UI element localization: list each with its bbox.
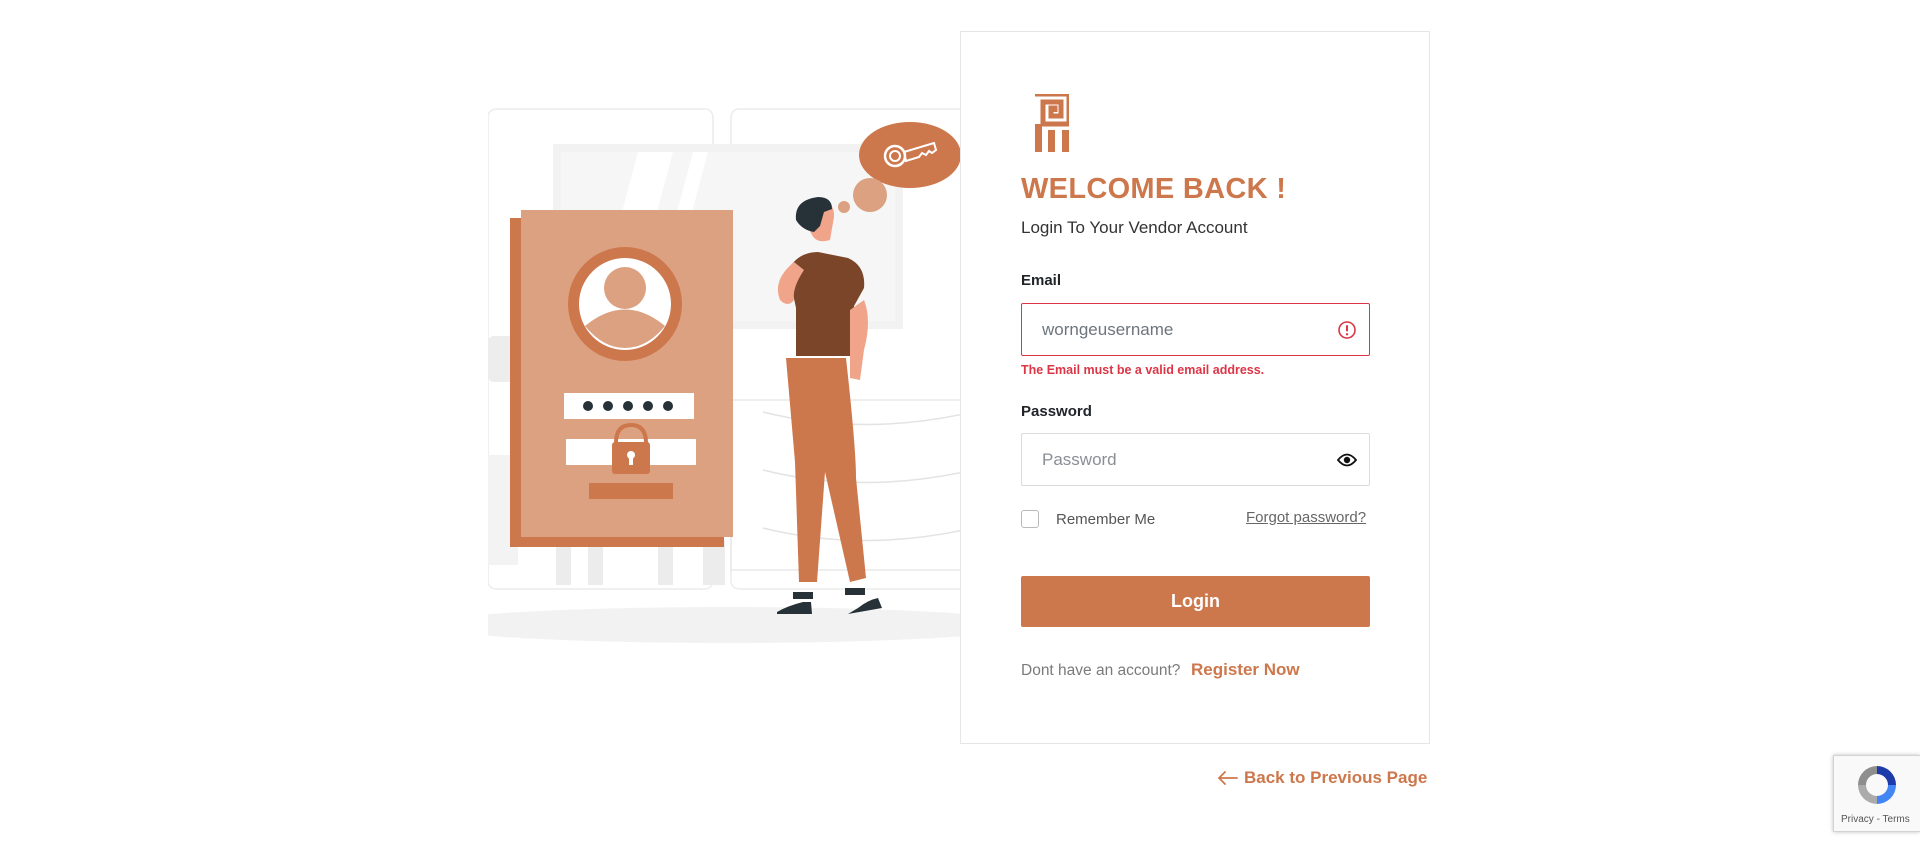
login-button[interactable]: Login: [1021, 576, 1370, 627]
login-card: [960, 31, 1430, 744]
brand-logo-icon: [1035, 94, 1069, 152]
recaptcha-badge[interactable]: Privacy - Terms: [1833, 755, 1920, 832]
email-error-message: The Email must be a valid email address.: [1021, 363, 1265, 377]
page-title: WELCOME BACK !: [1021, 173, 1287, 205]
page-subtitle: Login To Your Vendor Account: [1021, 218, 1248, 237]
arrow-left-icon: [1218, 771, 1238, 785]
register-now-link[interactable]: Register Now: [1191, 660, 1300, 680]
remember-me-label[interactable]: Remember Me: [1056, 511, 1155, 528]
email-field-wrapper: [1021, 303, 1370, 356]
password-label: Password: [1021, 403, 1092, 420]
recaptcha-links: Privacy - Terms: [1841, 814, 1910, 825]
email-field[interactable]: [1022, 304, 1369, 355]
eye-icon[interactable]: [1337, 450, 1357, 470]
remember-me-checkbox[interactable]: [1021, 510, 1039, 528]
no-account-text: Dont have an account?: [1021, 662, 1181, 679]
back-link-label: Back to Previous Page: [1244, 768, 1428, 787]
password-field[interactable]: [1022, 434, 1369, 485]
email-label: Email: [1021, 272, 1062, 289]
forgot-password-link[interactable]: Forgot password?: [1246, 509, 1366, 526]
password-field-wrapper: [1021, 433, 1370, 486]
login-illustration: [488, 108, 962, 643]
recaptcha-privacy-link[interactable]: Privacy: [1841, 814, 1874, 825]
back-to-previous-page-link[interactable]: Back to Previous Page: [1218, 768, 1427, 788]
recaptcha-separator: -: [1876, 814, 1880, 825]
recaptcha-terms-link[interactable]: Terms: [1883, 814, 1910, 825]
exclamation-circle-icon: [1338, 321, 1356, 339]
recaptcha-logo-icon: [1858, 766, 1896, 804]
